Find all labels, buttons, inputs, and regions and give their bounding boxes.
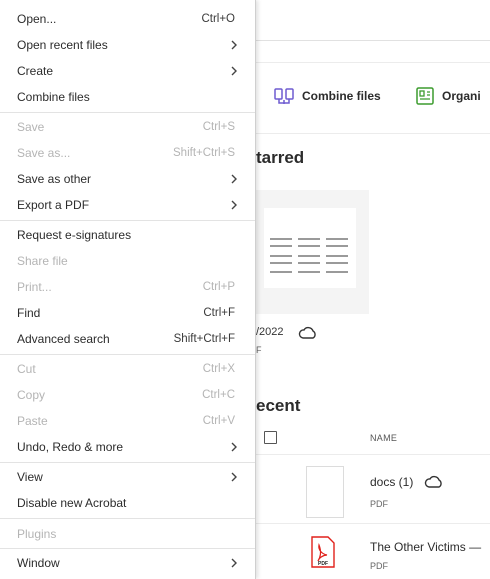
recent-file-name[interactable]: docs (1)	[370, 475, 413, 489]
menu-item-copy[interactable]: Copy Ctrl+C	[0, 382, 255, 408]
starred-file-thumbnail	[264, 208, 356, 288]
chevron-right-icon	[231, 442, 237, 452]
menu-separator	[0, 548, 255, 549]
menu-item-create[interactable]: Create	[0, 58, 255, 84]
recent-file-name[interactable]: The Other Victims —	[370, 540, 481, 554]
recent-heading: ecent	[256, 396, 301, 415]
row-divider	[256, 523, 490, 524]
menu-separator	[0, 112, 255, 113]
menu-item-window[interactable]: Window	[0, 550, 255, 576]
menu-item-disable-new-acrobat[interactable]: Disable new Acrobat	[0, 490, 255, 516]
recent-file-type: PDF	[370, 499, 388, 509]
starred-file-type: F	[256, 345, 262, 355]
row-divider	[256, 454, 490, 455]
svg-text:PDF: PDF	[318, 561, 328, 567]
menu-item-view[interactable]: View	[0, 464, 255, 490]
chevron-right-icon	[231, 558, 237, 568]
organize-pages-label: Organi	[442, 89, 481, 103]
menu-item-request-e-signatures[interactable]: Request e-signatures	[0, 222, 255, 248]
chevron-right-icon	[231, 472, 237, 482]
organize-pages-icon	[416, 87, 434, 105]
menu-item-find[interactable]: Find Ctrl+F	[0, 300, 255, 326]
starred-heading: tarred	[256, 148, 305, 167]
chevron-right-icon	[231, 174, 237, 184]
menu-item-paste[interactable]: Paste Ctrl+V	[0, 408, 255, 434]
menu-separator	[0, 354, 255, 355]
menu-item-save-as-other[interactable]: Save as other	[0, 166, 255, 192]
name-column-header[interactable]: NAME	[370, 433, 397, 443]
menu-item-save[interactable]: Save Ctrl+S	[0, 114, 255, 140]
menu-item-undo-redo-more[interactable]: Undo, Redo & more	[0, 434, 255, 460]
menu-item-plugins[interactable]: Plugins	[0, 521, 255, 547]
menu-item-cut[interactable]: Cut Ctrl+X	[0, 356, 255, 382]
chevron-right-icon	[231, 40, 237, 50]
combine-files-icon	[274, 88, 294, 104]
menu-item-open[interactable]: Open... Ctrl+O	[0, 6, 255, 32]
menu-item-share-file[interactable]: Share file	[0, 248, 255, 274]
file-menu: Open... Ctrl+O Open recent files Create …	[0, 0, 256, 579]
pdf-file-icon: PDF	[311, 536, 335, 568]
starred-file-date: /2022	[256, 326, 284, 338]
chevron-right-icon	[231, 66, 237, 76]
menu-separator	[0, 220, 255, 221]
select-all-checkbox[interactable]	[264, 431, 277, 444]
tools-toolbar: Combine files Organi	[256, 62, 490, 134]
recent-file-type: PDF	[370, 561, 388, 571]
file-thumbnail[interactable]	[306, 466, 344, 518]
cloud-icon	[298, 326, 316, 339]
menu-item-combine-files[interactable]: Combine files	[0, 84, 255, 110]
menu-item-save-as[interactable]: Save as... Shift+Ctrl+S	[0, 140, 255, 166]
combine-files-tool[interactable]: Combine files	[274, 87, 381, 105]
starred-file-card[interactable]	[256, 190, 369, 314]
menu-item-print[interactable]: Print... Ctrl+P	[0, 274, 255, 300]
organize-pages-tool[interactable]: Organi	[416, 87, 481, 105]
menu-item-advanced-search[interactable]: Advanced search Shift+Ctrl+F	[0, 326, 255, 352]
menu-separator	[0, 462, 255, 463]
menu-separator	[0, 518, 255, 519]
chevron-right-icon	[231, 200, 237, 210]
menu-item-open-recent-files[interactable]: Open recent files	[0, 32, 255, 58]
cloud-icon	[424, 475, 442, 488]
menu-item-export-a-pdf[interactable]: Export a PDF	[0, 192, 255, 218]
top-divider	[256, 40, 490, 41]
combine-files-label: Combine files	[302, 89, 381, 103]
